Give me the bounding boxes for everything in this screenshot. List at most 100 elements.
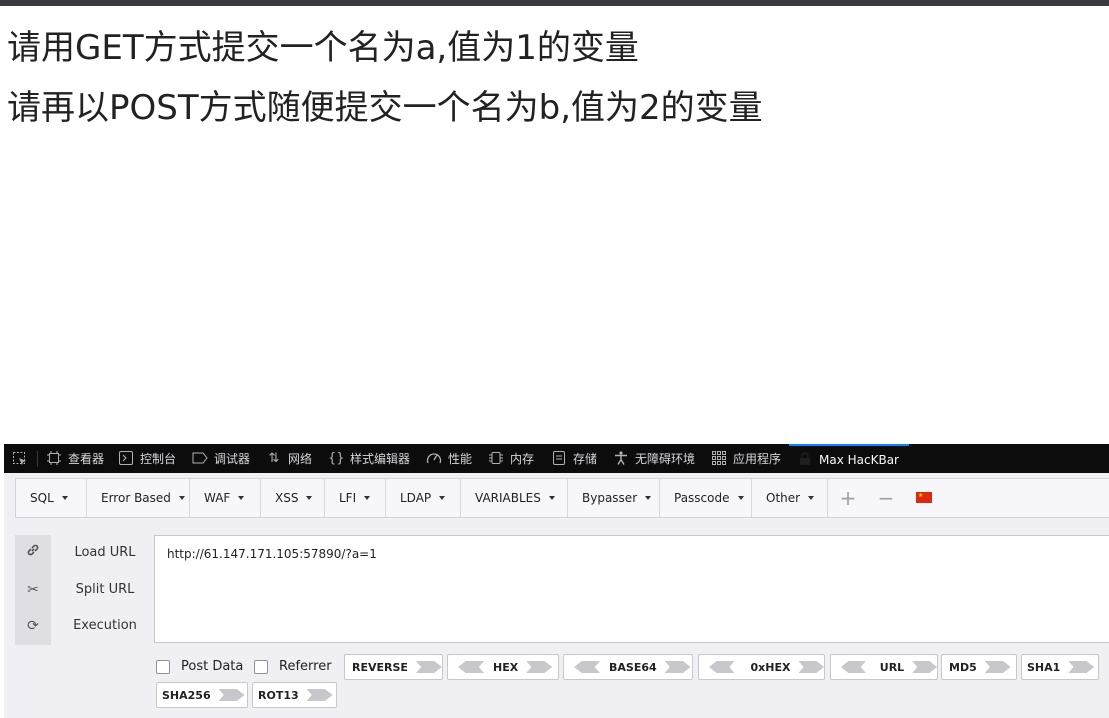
menu-bypasser[interactable]: Bypasser [568, 479, 660, 517]
tab-inspector-label: 查看器 [68, 452, 105, 466]
storage-icon [551, 450, 567, 467]
caret-down-icon [548, 496, 555, 500]
menu-lfi-label: LFI [339, 491, 357, 505]
add-button[interactable]: + [837, 479, 859, 517]
menu-passcode-label: Passcode [674, 491, 730, 505]
tab-application[interactable]: 应用程序 [711, 444, 781, 473]
tab-memory[interactable]: 内存 [488, 444, 534, 473]
tab-console[interactable]: 控制台 [118, 444, 176, 473]
execution-button[interactable]: Execution [60, 618, 150, 633]
rot13-label: ROT13 [258, 688, 299, 702]
tab-memory-label: 内存 [510, 452, 535, 466]
menu-xss[interactable]: XSS [261, 479, 325, 517]
arrow-right-icon [415, 661, 442, 673]
arrow-right-icon [1068, 661, 1095, 673]
arrow-right-icon [798, 661, 824, 673]
tab-network-label: 网络 [288, 452, 313, 466]
debugger-icon [192, 451, 208, 467]
base64-button[interactable]: BASE64 [563, 654, 693, 680]
post-data-label: Post Data [181, 659, 244, 674]
tab-accessibility[interactable]: 无障碍环境 [613, 444, 695, 473]
action-sidebar: ✂ ⟳ [15, 535, 51, 645]
caret-down-icon [737, 496, 744, 500]
hackbar-panel: SQL Error Based WAF XSS LFI LDAP VARIABL… [4, 473, 1109, 718]
hackbar-menubar: SQL Error Based WAF XSS LFI LDAP VARIABL… [15, 478, 1109, 518]
menu-variables[interactable]: VARIABLES [461, 479, 568, 517]
scissors-icon[interactable]: ✂ [15, 580, 51, 600]
md5-label: MD5 [949, 660, 977, 674]
tab-storage-label: 存储 [573, 452, 598, 466]
plus-icon: + [839, 486, 857, 510]
caret-down-icon [306, 496, 313, 500]
menu-sql[interactable]: SQL [16, 479, 87, 517]
0xhex-button[interactable]: 0xHEX [698, 654, 825, 680]
network-icon: ⇅ [268, 450, 280, 466]
tab-storage[interactable]: 存储 [551, 444, 597, 473]
referrer-label: Referrer [279, 659, 332, 674]
tab-max-hackbar[interactable]: Max HacKBar [789, 444, 909, 473]
tab-debugger-label: 调试器 [214, 452, 251, 466]
0xhex-label: 0xHEX [750, 660, 791, 674]
sha1-label: SHA1 [1027, 660, 1061, 674]
application-icon [711, 450, 727, 467]
tab-application-label: 应用程序 [733, 452, 782, 466]
element-picker-button[interactable] [12, 444, 34, 473]
arrow-right-icon [912, 661, 937, 673]
menu-xss-label: XSS [275, 491, 299, 505]
url-label: URL [879, 660, 905, 674]
md5-button[interactable]: MD5 [941, 654, 1017, 680]
tab-style-editor-label: 样式编辑器 [350, 452, 411, 466]
menu-other-label: Other [766, 491, 801, 505]
arrow-left-icon [458, 661, 484, 673]
china-flag-icon[interactable]: ★ [916, 492, 932, 503]
caret-down-icon [238, 496, 245, 500]
url-button[interactable]: URL [830, 654, 938, 680]
sha256-button[interactable]: SHA256 [156, 682, 248, 708]
menu-sql-label: SQL [30, 491, 54, 505]
refresh-icon[interactable]: ⟳ [15, 616, 51, 636]
reverse-button[interactable]: REVERSE [344, 654, 443, 680]
hex-label: HEX [493, 660, 519, 674]
menu-bypasser-label: Bypasser [582, 491, 638, 505]
arrow-right-icon [306, 689, 333, 701]
memory-icon [488, 451, 504, 467]
tab-debugger[interactable]: 调试器 [192, 444, 250, 473]
referrer-checkbox[interactable] [254, 660, 268, 674]
split-url-button[interactable]: Split URL [60, 582, 150, 597]
tab-inspector[interactable]: 查看器 [46, 444, 104, 473]
menu-variables-label: VARIABLES [475, 491, 541, 505]
tab-network[interactable]: ⇅ 网络 [266, 444, 312, 473]
caret-down-icon [645, 496, 652, 500]
link-icon[interactable] [15, 543, 51, 563]
menu-passcode[interactable]: Passcode [660, 479, 752, 517]
instruction-get: 请用GET方式提交一个名为a,值为1的变量 [7, 28, 639, 68]
menu-error-based[interactable]: Error Based [87, 479, 190, 517]
post-data-checkbox[interactable] [156, 660, 170, 674]
url-input[interactable]: http://61.147.171.105:57890/?a=1 [154, 535, 1109, 643]
menu-ldap[interactable]: LDAP [386, 479, 461, 517]
sha1-button[interactable]: SHA1 [1021, 654, 1099, 680]
caret-down-icon [439, 496, 446, 500]
menu-error-based-label: Error Based [101, 491, 171, 505]
reverse-label: REVERSE [352, 660, 408, 674]
arrow-left-icon [841, 661, 866, 673]
load-url-button[interactable]: Load URL [60, 545, 150, 560]
tab-style-editor[interactable]: {} 样式编辑器 [328, 444, 410, 473]
menu-other[interactable]: Other [752, 479, 828, 517]
sha256-label: SHA256 [162, 688, 211, 702]
tab-performance[interactable]: 性能 [426, 444, 472, 473]
hackbar-icon [797, 451, 813, 468]
menu-waf-label: WAF [204, 491, 231, 505]
arrow-left-icon [574, 661, 600, 673]
remove-button[interactable]: − [875, 479, 897, 517]
base64-label: BASE64 [609, 660, 657, 674]
caret-down-icon [364, 496, 371, 500]
rot13-button[interactable]: ROT13 [252, 682, 337, 708]
arrow-right-icon [526, 661, 553, 673]
menu-lfi[interactable]: LFI [325, 479, 386, 517]
devtools-toolbar: 查看器 控制台 调试器 ⇅ 网络 {} 样式编辑器 性能 内存 存储 无障碍环境… [4, 444, 1109, 473]
hex-button[interactable]: HEX [447, 654, 559, 680]
caret-down-icon [61, 496, 68, 500]
inspector-icon [46, 450, 62, 467]
menu-waf[interactable]: WAF [190, 479, 261, 517]
